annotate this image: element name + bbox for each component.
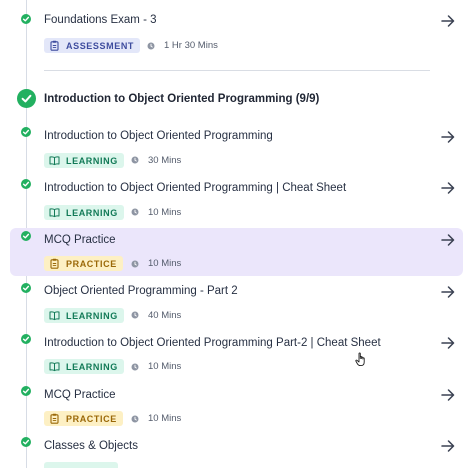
arrow-right-icon[interactable]: [441, 182, 455, 194]
check-icon: [21, 334, 31, 344]
learning-badge: LEARNING: [44, 205, 124, 220]
learning-badge: [44, 462, 118, 468]
check-icon: [21, 127, 31, 137]
duration-text: 10 Mins: [148, 258, 182, 269]
hand-cursor-icon: [355, 352, 365, 367]
section-title: Introduction to Object Oriented Programm…: [44, 93, 320, 105]
item-title: MCQ Practice: [44, 234, 116, 246]
assessment-badge: ASSESSMENT: [44, 38, 141, 53]
item-title: Classes & Objects: [44, 440, 138, 452]
check-icon: [21, 14, 31, 24]
duration-text: 1 Hr 30 Mins: [164, 40, 218, 51]
badge-label: LEARNING: [66, 310, 118, 321]
book-icon: [49, 311, 60, 321]
check-icon: [21, 386, 31, 396]
check-icon: [21, 283, 31, 293]
duration-text: 10 Mins: [148, 361, 182, 372]
clipboard-icon: [50, 413, 59, 424]
badge-label: PRACTICE: [66, 413, 117, 424]
clock-icon: [131, 208, 139, 216]
item-title: Object Oriented Programming - Part 2: [44, 285, 238, 297]
arrow-right-icon[interactable]: [441, 15, 455, 27]
check-icon: [21, 231, 31, 241]
item-title: Introduction to Object Oriented Programm…: [44, 337, 381, 349]
practice-badge: PRACTICE: [44, 411, 123, 426]
duration-text: 10 Mins: [148, 413, 182, 424]
item-title: Introduction to Object Oriented Programm…: [44, 130, 273, 142]
item-title: MCQ Practice: [44, 389, 116, 401]
clipboard-icon: [50, 258, 59, 269]
arrow-right-icon[interactable]: [441, 131, 455, 143]
badge-label: LEARNING: [66, 207, 118, 218]
section-check-icon: [17, 89, 36, 108]
section-divider: [44, 70, 430, 71]
book-icon: [49, 362, 60, 372]
arrow-right-icon[interactable]: [441, 389, 455, 401]
duration-text: 30 Mins: [148, 155, 182, 166]
arrow-right-icon[interactable]: [441, 337, 455, 349]
arrow-right-icon[interactable]: [441, 440, 455, 452]
clock-icon: [131, 260, 139, 268]
check-icon: [21, 179, 31, 189]
learning-badge: LEARNING: [44, 308, 124, 323]
book-icon: [49, 208, 60, 218]
duration-text: 10 Mins: [148, 207, 182, 218]
practice-badge: PRACTICE: [44, 256, 123, 271]
clock-icon: [147, 42, 155, 50]
clock-icon: [131, 156, 139, 164]
clock-icon: [131, 363, 139, 371]
arrow-right-icon[interactable]: [441, 286, 455, 298]
item-title: Introduction to Object Oriented Programm…: [44, 182, 347, 194]
clipboard-icon: [50, 40, 59, 51]
badge-label: LEARNING: [66, 155, 118, 166]
book-icon: [49, 156, 60, 166]
badge-label: ASSESSMENT: [66, 40, 135, 51]
check-icon: [21, 437, 31, 447]
item-title: Foundations Exam - 3: [44, 14, 157, 26]
clock-icon: [131, 415, 139, 423]
badge-label: LEARNING: [66, 361, 118, 372]
arrow-right-icon[interactable]: [441, 234, 455, 246]
duration-text: 40 Mins: [148, 310, 182, 321]
learning-badge: LEARNING: [44, 359, 124, 374]
learning-badge: LEARNING: [44, 153, 124, 168]
clock-icon: [131, 311, 139, 319]
badge-label: PRACTICE: [66, 258, 117, 269]
